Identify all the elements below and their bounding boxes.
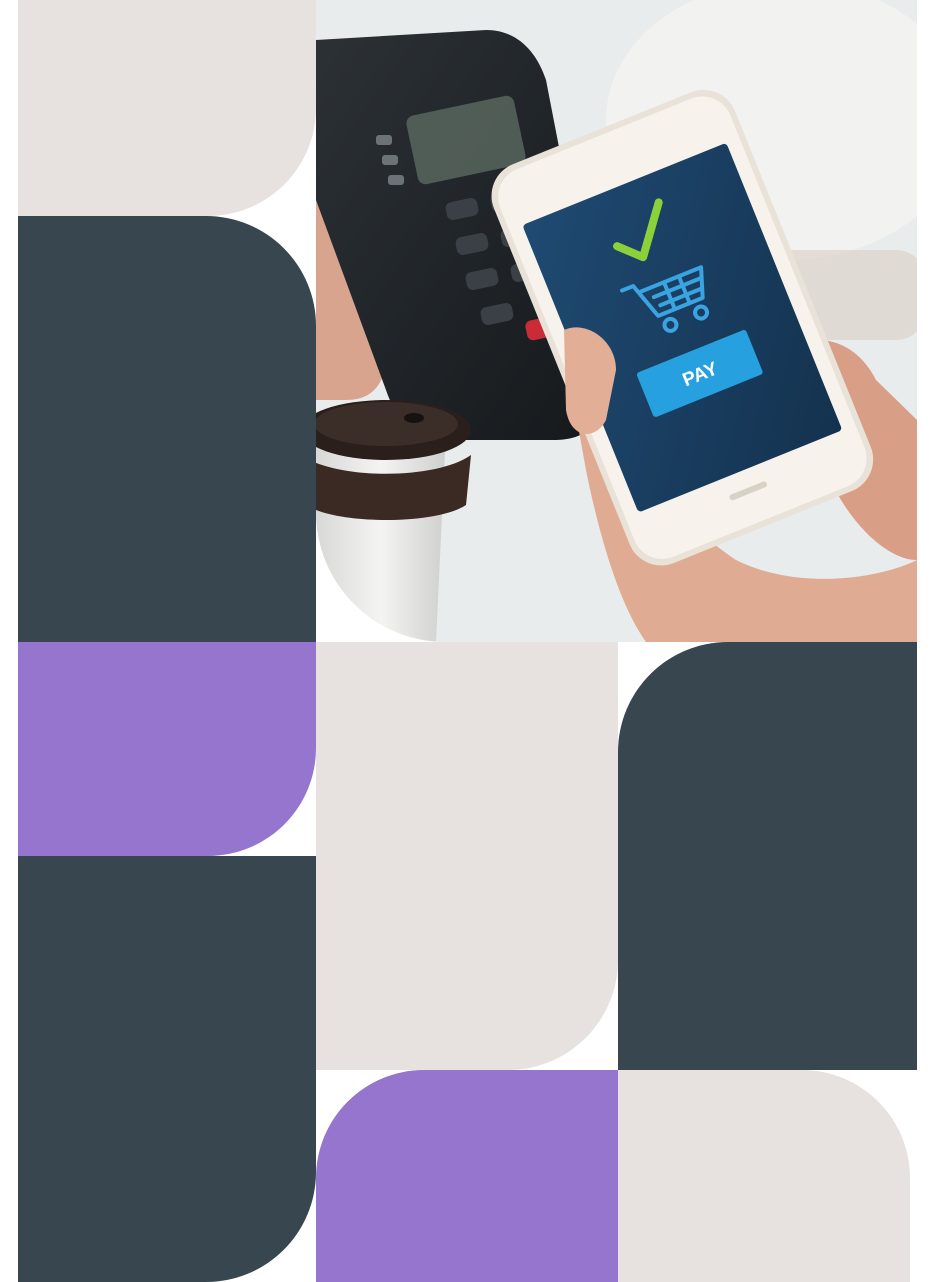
dark-tile-right (618, 642, 917, 1070)
photo-illustration: PAY (316, 0, 917, 642)
beige-tile-right (618, 1070, 910, 1282)
beige-tile-top-left (18, 0, 316, 216)
purple-tile-left (18, 642, 316, 856)
dark-tile-left-bottom (18, 856, 316, 1282)
mobile-payment-photo: PAY (316, 0, 917, 642)
beige-tile-middle (316, 642, 618, 1070)
dark-tile-left (18, 216, 316, 642)
purple-tile-middle (316, 1070, 618, 1282)
